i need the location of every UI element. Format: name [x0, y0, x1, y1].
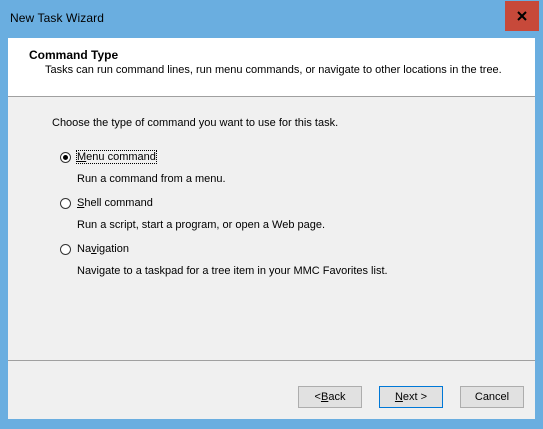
instruction-text: Choose the type of command you want to u… [52, 117, 339, 129]
button-mnemonic: B [320, 391, 329, 403]
button-mnemonic: N [394, 391, 403, 403]
cancel-button[interactable]: Cancel [460, 386, 524, 408]
option-description-menu-command: Run a command from a menu. [77, 173, 226, 185]
radio-shell-command[interactable]: Shell command [60, 197, 153, 209]
button-text: ext > [402, 391, 428, 403]
radio-button-navigation[interactable] [60, 243, 71, 255]
window-title: New Task Wizard [10, 11, 104, 25]
title-bar[interactable]: New Task Wizard [0, 0, 543, 38]
wizard-header: Command Type Tasks can run command lines… [8, 38, 535, 97]
next-button[interactable]: Next > [379, 386, 443, 408]
label-text: igation [96, 243, 129, 255]
label-mnemonic: M [77, 151, 87, 163]
label-text: Na [77, 243, 92, 255]
close-icon [517, 11, 527, 21]
radio-label-navigation[interactable]: Navigation [77, 243, 129, 255]
close-button[interactable] [505, 1, 539, 31]
radio-navigation[interactable]: Navigation [60, 243, 129, 255]
label-text: hell command [84, 197, 153, 209]
footer-divider [8, 360, 535, 361]
wizard-client-area: Command Type Tasks can run command lines… [8, 38, 535, 419]
option-description-navigation: Navigate to a taskpad for a tree item in… [77, 265, 388, 277]
radio-menu-command[interactable]: Menu command [60, 150, 157, 164]
radio-label-menu-command[interactable]: Menu command [76, 150, 157, 164]
radio-button-menu-command[interactable] [60, 151, 71, 163]
radio-button-shell-command[interactable] [60, 197, 71, 209]
radio-label-shell-command[interactable]: Shell command [77, 197, 153, 209]
label-text: enu command [86, 151, 156, 163]
back-button[interactable]: < Back [298, 386, 362, 408]
wizard-window: New Task Wizard Command Type Tasks can r… [0, 0, 543, 429]
page-description: Tasks can run command lines, run menu co… [45, 64, 502, 76]
option-description-shell-command: Run a script, start a program, or open a… [77, 219, 326, 231]
button-text: ack [328, 391, 346, 403]
page-title: Command Type [29, 48, 119, 62]
